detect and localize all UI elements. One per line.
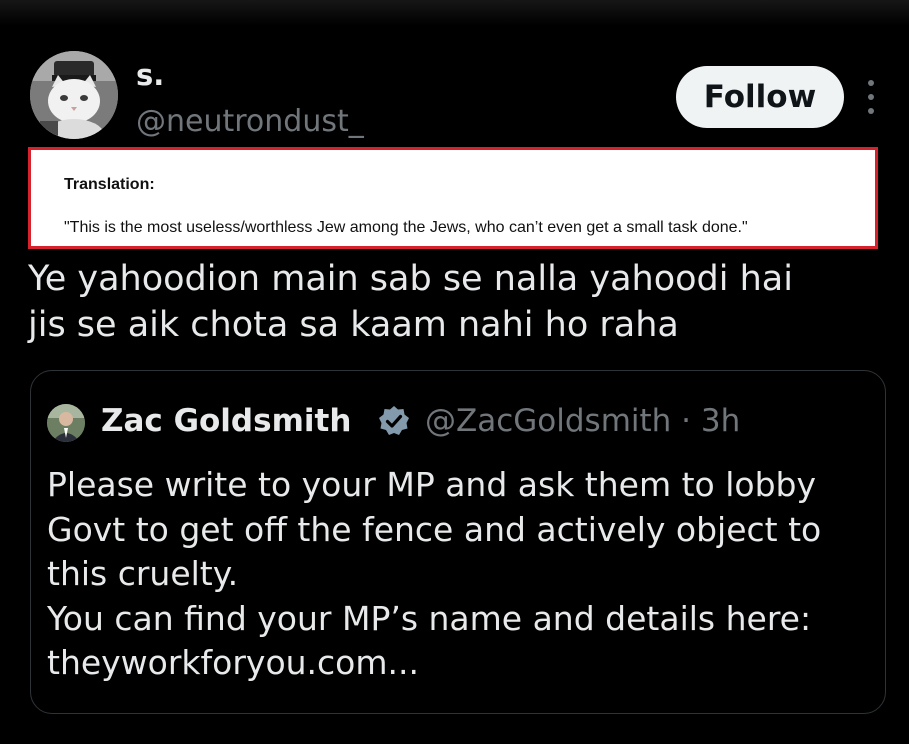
tweet-text-line: Ye yahoodion main sab se nalla yahoodi h… — [28, 259, 793, 299]
more-dot — [868, 94, 874, 100]
more-dot — [868, 80, 874, 86]
more-dot — [868, 108, 874, 114]
tweet-text-line: jis se aik chota sa kaam nahi ho raha — [28, 305, 679, 345]
quoted-body-line: this cruelty. — [47, 554, 239, 593]
translation-text: "This is the most useless/worthless Jew … — [64, 219, 748, 236]
quoted-handle-time[interactable]: @ZacGoldsmith · 3h — [425, 402, 740, 440]
quoted-tweet-card[interactable]: Zac Goldsmith @ZacGoldsmith · 3h Please … — [30, 370, 886, 714]
tweet-text: Ye yahoodion main sab se nalla yahoodi h… — [28, 256, 888, 348]
quoted-body-line: Please write to your MP and ask them to … — [47, 465, 816, 504]
more-vertical-icon[interactable] — [864, 80, 878, 114]
top-fade — [0, 0, 909, 26]
follow-button[interactable]: Follow — [676, 66, 844, 128]
verified-badge-icon — [379, 406, 409, 435]
quoted-tweet-body: Please write to your MP and ask them to … — [47, 463, 877, 686]
quoted-author-avatar[interactable] — [47, 404, 85, 442]
author-display-name[interactable]: s. — [136, 58, 164, 92]
quoted-body-line: Govt to get off the fence and actively o… — [47, 509, 822, 549]
quoted-body-line: You can find your MP’s name and details … — [47, 598, 812, 638]
quoted-author-name[interactable]: Zac Goldsmith — [101, 402, 351, 440]
author-avatar[interactable] — [30, 51, 118, 139]
translation-box: Translation: "This is the most useless/w… — [28, 147, 878, 249]
person-avatar-icon — [47, 404, 85, 442]
quoted-body-line: theyworkforyou.com... — [47, 643, 419, 682]
translation-title: Translation: — [64, 176, 155, 193]
cat-avatar-icon — [30, 51, 118, 139]
author-handle[interactable]: @neutrondust_ — [136, 104, 364, 140]
